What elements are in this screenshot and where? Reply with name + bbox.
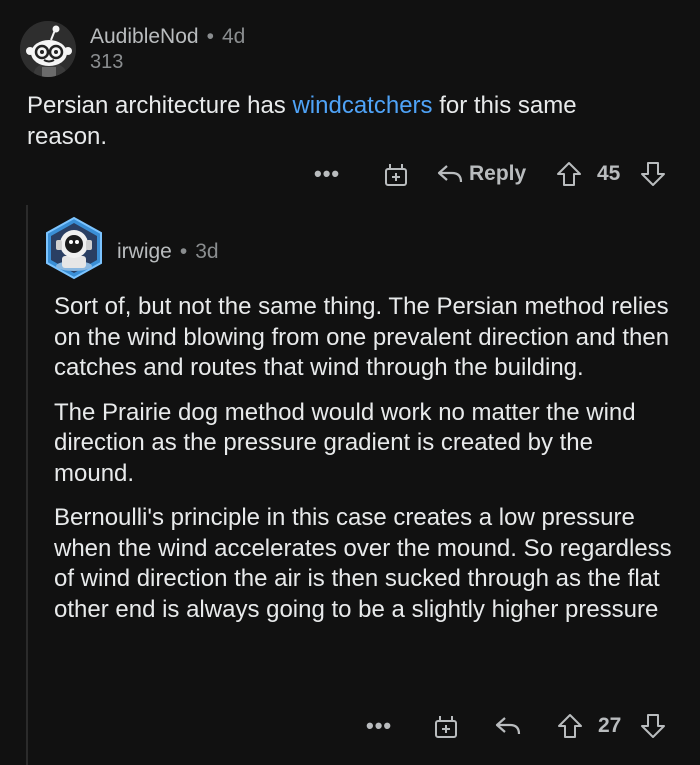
upvote-arrow-icon xyxy=(557,162,581,186)
reply-button[interactable]: Reply xyxy=(436,157,526,191)
username[interactable]: AudibleNod xyxy=(90,25,199,48)
astronaut-avatar-icon xyxy=(46,216,102,280)
downvote-button[interactable] xyxy=(640,157,666,191)
gift-icon xyxy=(385,164,407,186)
windcatchers-link[interactable]: windcatchers xyxy=(292,92,432,119)
user-karma: 313 xyxy=(90,51,124,73)
comment-actions: ••• 27 xyxy=(0,709,700,743)
reply-arrow-icon xyxy=(437,165,463,183)
upvote-arrow-icon xyxy=(558,714,582,738)
gift-icon xyxy=(435,716,457,738)
award-button[interactable] xyxy=(432,709,460,743)
downvote-arrow-icon xyxy=(641,714,665,738)
comment-actions: ••• Reply 45 xyxy=(0,157,700,191)
comment-body: Sort of, but not the same thing. The Per… xyxy=(54,292,674,639)
reply-arrow-icon xyxy=(495,717,521,735)
reply-label: Reply xyxy=(469,162,527,185)
comment-body: Persian architecture has windcatchers fo… xyxy=(27,90,647,152)
comment-age: 3d xyxy=(195,240,219,263)
downvote-button[interactable] xyxy=(640,709,666,743)
reply-button[interactable] xyxy=(494,709,522,743)
comment-meta: irwige • 3d xyxy=(117,239,219,265)
comment-age: 4d xyxy=(221,25,246,48)
award-button[interactable] xyxy=(382,157,410,191)
upvote-button[interactable] xyxy=(556,157,582,191)
thread-line[interactable] xyxy=(26,205,28,765)
comment-meta: AudibleNod • 4d xyxy=(90,24,245,50)
more-options-button[interactable]: ••• xyxy=(314,157,340,191)
user-avatar[interactable] xyxy=(42,216,106,280)
comment-paragraph: Sort of, but not the same thing. The Per… xyxy=(54,293,670,381)
comment-text: Persian architecture has xyxy=(27,92,293,119)
meta-separator: • xyxy=(179,240,188,263)
vote-score: 45 xyxy=(597,162,621,185)
vote-score: 27 xyxy=(598,714,622,737)
comment-paragraph: The Prairie dog method would work no mat… xyxy=(54,398,636,487)
meta-separator: • xyxy=(206,25,214,48)
comment-paragraph: Bernoulli's principle in this case creat… xyxy=(54,504,672,623)
downvote-arrow-icon xyxy=(641,162,665,186)
upvote-button[interactable] xyxy=(557,709,583,743)
username[interactable]: irwige xyxy=(117,240,172,263)
more-options-button[interactable]: ••• xyxy=(366,709,392,743)
user-avatar[interactable] xyxy=(20,21,76,77)
snoo-avatar-icon xyxy=(20,21,76,77)
